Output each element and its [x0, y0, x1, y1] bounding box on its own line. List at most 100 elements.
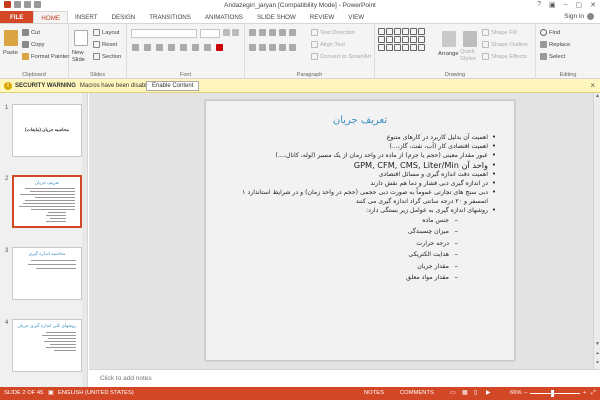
shape-item[interactable]: [402, 28, 409, 35]
thumbnails-scrollbar[interactable]: [82, 93, 87, 387]
line-spacing-icon[interactable]: [289, 29, 296, 36]
find-button[interactable]: Find: [540, 29, 560, 36]
shape-item[interactable]: [418, 28, 425, 35]
slide-thumbnail[interactable]: محاسبه اندازه گیری: [12, 247, 82, 300]
arrange-icon[interactable]: [442, 31, 456, 47]
paste-icon[interactable]: [4, 30, 18, 46]
tab-home[interactable]: HOME: [33, 11, 68, 23]
shadow-icon[interactable]: [180, 44, 187, 51]
fit-slide-icon[interactable]: ⤢: [591, 390, 596, 397]
format-painter-button[interactable]: Format Painter: [22, 53, 69, 60]
slide-canvas[interactable]: تعریف جریان اهمیت آن بدلیل کاربرد در کار…: [205, 100, 515, 361]
maximize-icon[interactable]: ▢: [576, 1, 583, 9]
minimize-icon[interactable]: –: [564, 1, 568, 9]
align-left-icon[interactable]: [249, 44, 256, 51]
shape-item[interactable]: [402, 44, 409, 51]
decrease-indent-icon[interactable]: [269, 29, 276, 36]
text-direction-button[interactable]: Text Direction: [311, 29, 355, 36]
spellcheck-icon[interactable]: ▣: [48, 390, 53, 396]
zoom-slider[interactable]: [530, 393, 580, 394]
tab-animations[interactable]: ANIMATIONS: [198, 11, 250, 23]
tab-transitions[interactable]: TRANSITIONS: [142, 11, 198, 23]
layout-button[interactable]: Layout: [93, 29, 119, 36]
shapes-gallery[interactable]: [378, 28, 425, 51]
slide-body[interactable]: اهمیت آن بدلیل کاربرد در کارهای متنوع اه…: [224, 133, 496, 284]
arrange-button[interactable]: Arrange: [438, 51, 459, 57]
shape-item[interactable]: [378, 36, 385, 43]
shape-outline-button[interactable]: Shape Outline: [482, 41, 528, 48]
align-right-icon[interactable]: [269, 44, 276, 51]
ribbon-display-icon[interactable]: ▣: [549, 1, 556, 9]
slide-thumbnail[interactable]: محاسبه جریان (مایعات): [12, 104, 82, 157]
tab-review[interactable]: REVIEW: [303, 11, 341, 23]
char-spacing-icon[interactable]: [192, 44, 199, 51]
smartart-button[interactable]: Convert to SmartArt: [311, 53, 371, 60]
font-color-icon[interactable]: [216, 44, 223, 51]
tab-file[interactable]: FILE: [0, 11, 34, 23]
bold-icon[interactable]: [132, 44, 139, 51]
reset-button[interactable]: Reset: [93, 41, 117, 48]
shape-item[interactable]: [410, 44, 417, 51]
strikethrough-icon[interactable]: [168, 44, 175, 51]
zoom-slider-handle[interactable]: [551, 390, 554, 397]
columns-icon[interactable]: [289, 44, 296, 51]
tab-design[interactable]: DESIGN: [105, 11, 143, 23]
change-case-icon[interactable]: [204, 44, 211, 51]
shape-item[interactable]: [378, 28, 385, 35]
comments-toggle[interactable]: COMMENTS: [400, 390, 434, 396]
notes-pane[interactable]: Click to add notes: [89, 369, 600, 387]
italic-icon[interactable]: [144, 44, 151, 51]
underline-icon[interactable]: [156, 44, 163, 51]
reading-view-icon[interactable]: ▯: [474, 390, 477, 396]
shape-item[interactable]: [394, 36, 401, 43]
decrease-font-icon[interactable]: [232, 29, 239, 36]
align-center-icon[interactable]: [259, 44, 266, 51]
help-icon[interactable]: ?: [537, 1, 541, 9]
justify-icon[interactable]: [279, 44, 286, 51]
bullets-icon[interactable]: [249, 29, 256, 36]
scroll-down-icon[interactable]: ▼: [594, 341, 600, 348]
zoom-level[interactable]: 66%: [510, 390, 522, 396]
slide-show-icon[interactable]: ▶: [486, 390, 490, 396]
sign-in[interactable]: Sign in: [564, 13, 594, 20]
scroll-up-icon[interactable]: ▲: [594, 93, 600, 100]
zoom-in-icon[interactable]: +: [583, 390, 586, 396]
language-indicator[interactable]: ENGLISH (UNITED STATES): [58, 390, 134, 396]
quick-styles-icon[interactable]: [463, 31, 477, 47]
slide-thumbnail[interactable]: روشهای کلی اندازه گیری جریان: [12, 319, 82, 372]
new-slide-icon[interactable]: [74, 30, 88, 46]
shape-item[interactable]: [402, 36, 409, 43]
numbering-icon[interactable]: [259, 29, 266, 36]
shape-item[interactable]: [418, 44, 425, 51]
slide-title[interactable]: تعریف جریان: [206, 115, 514, 126]
shape-item[interactable]: [410, 28, 417, 35]
copy-button[interactable]: Copy: [22, 41, 45, 48]
replace-button[interactable]: Replace: [540, 41, 570, 48]
align-text-button[interactable]: Align Text: [311, 41, 345, 48]
shape-item[interactable]: [386, 36, 393, 43]
shape-item[interactable]: [418, 36, 425, 43]
paste-button[interactable]: Paste: [3, 50, 18, 56]
shape-item[interactable]: [410, 36, 417, 43]
close-icon[interactable]: ✕: [590, 1, 596, 9]
enable-content-button[interactable]: Enable Content: [146, 81, 200, 91]
increase-font-icon[interactable]: [223, 29, 230, 36]
font-name-select[interactable]: [131, 29, 197, 38]
select-button[interactable]: Select: [540, 53, 565, 60]
tab-insert[interactable]: INSERT: [68, 11, 105, 23]
shape-item[interactable]: [378, 44, 385, 51]
font-size-select[interactable]: [200, 29, 220, 38]
normal-view-icon[interactable]: ▭: [450, 390, 455, 396]
zoom-out-icon[interactable]: –: [524, 390, 527, 396]
cut-button[interactable]: Cut: [22, 29, 40, 36]
next-slide-icon[interactable]: ⏷: [594, 360, 600, 367]
tab-slide-show[interactable]: SLIDE SHOW: [250, 11, 303, 23]
close-icon[interactable]: ×: [590, 81, 595, 90]
shape-item[interactable]: [394, 28, 401, 35]
slide-sorter-icon[interactable]: ▦: [462, 390, 467, 396]
quick-styles-button[interactable]: Quick Styles: [460, 49, 482, 63]
shape-item[interactable]: [386, 28, 393, 35]
tab-view[interactable]: VIEW: [341, 11, 371, 23]
shape-item[interactable]: [386, 44, 393, 51]
notes-toggle[interactable]: NOTES: [364, 390, 384, 396]
